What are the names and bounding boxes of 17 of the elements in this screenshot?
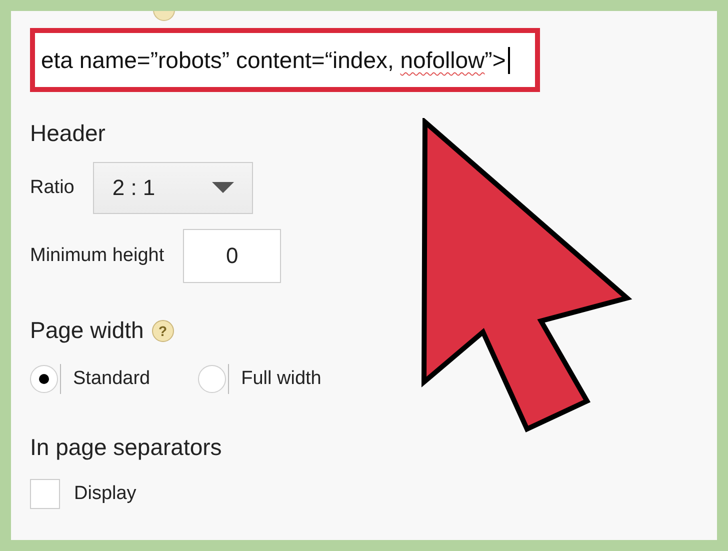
section-heading: Header [30,120,106,147]
text-cursor [508,46,510,74]
input-field[interactable]: 0 [183,229,282,283]
option-label: Full width [241,368,322,390]
radio-button[interactable] [198,365,226,393]
field-label: Minimum height [30,245,164,267]
field-label: Ratio [30,177,74,199]
section-heading: Page width [30,317,144,344]
checkbox[interactable] [30,479,60,509]
help-icon[interactable]: ? [152,320,174,342]
caret-icon [212,182,234,194]
option-label: Standard [73,368,150,390]
option-label: Display [74,483,136,505]
input-field[interactable]: eta name=”robots” content=“index, nofollow”> [35,33,535,87]
ratio-dropdown[interactable]: 2 : 1 [93,162,254,214]
radio-button[interactable] [30,365,58,393]
section-heading: In page separators [30,434,223,461]
